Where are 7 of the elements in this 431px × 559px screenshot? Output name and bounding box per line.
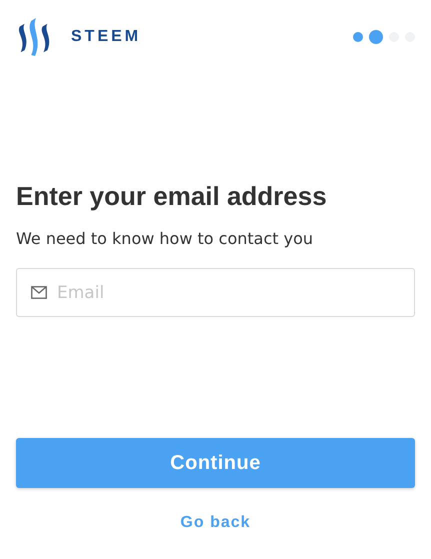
brand-name: STEEM: [71, 28, 142, 46]
subtitle: We need to know how to contact you: [16, 229, 314, 248]
email-field[interactable]: Email: [16, 268, 415, 317]
mail-icon: [31, 286, 47, 299]
page-title: Enter your email address: [16, 181, 328, 211]
continue-button[interactable]: Continue: [16, 438, 415, 488]
go-back-link[interactable]: Go back: [180, 514, 251, 532]
